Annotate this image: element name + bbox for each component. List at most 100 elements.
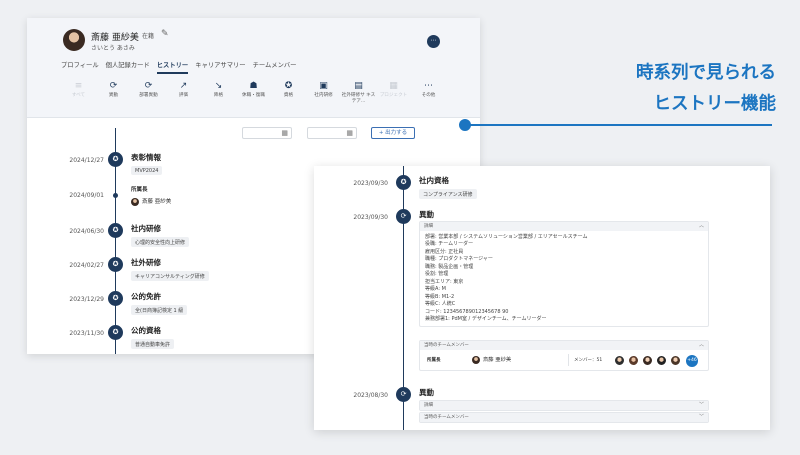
tab-team-members[interactable]: チームメンバー [253, 60, 297, 74]
badge-icon: ✪ [396, 175, 411, 190]
detail-line: 兼務部署1: PdM室 / デザインチーム、チームリーダー [425, 315, 547, 322]
badge-icon: ✪ [108, 152, 123, 167]
headline-line-1: 時系列で見られる [636, 63, 776, 83]
event-title: 異動 [419, 388, 434, 397]
event-title: 社内資格 [419, 176, 449, 185]
feature-headline: 時系列で見られる ヒストリー機能 [636, 58, 776, 120]
event-title: 公的免許 [131, 292, 161, 301]
status-badge: 在籍 [142, 33, 155, 40]
detail-line: 役職: チームリーダー [425, 241, 474, 248]
member-count: メンバー：51 [574, 358, 603, 363]
team-members-header[interactable]: 当時のチームメンバー ﹀ [420, 413, 708, 422]
user-name: 斎藤 亜紗美 [91, 33, 139, 43]
more-icon: ⋯ [424, 81, 433, 91]
detail-line: 等級C: 人統C [425, 301, 456, 308]
event-date: 2024/02/27 [69, 262, 104, 269]
category-project[interactable]: ▦ プロジェクト [376, 80, 411, 104]
detail-panel: 詳細 ︿ 部署: 営業本部 / システムソリューション営業部 / エリアセールス… [419, 221, 709, 328]
event-date: 2023/11/30 [69, 330, 104, 337]
detail-panel: 詳細 ﹀ [419, 400, 709, 411]
avatar[interactable] [642, 355, 653, 366]
badge-icon: ✪ [108, 291, 123, 306]
detail-panel-header[interactable]: 詳細 ︿ [420, 222, 708, 231]
detail-line: コード: 123456789012345678 90 [425, 308, 509, 315]
event-chip: キャリアコンサルティング研修 [131, 271, 209, 281]
transfer-icon: ⟳ [144, 81, 153, 91]
event-person: 斎藤 亜紗美 [131, 197, 171, 206]
detail-line: 等級B: M1-2 [425, 293, 455, 300]
home-icon: ☗ [249, 81, 258, 91]
timeline-event[interactable]: 2023/09/30 ✪ 社内資格 コンプライアンス研修 [314, 173, 770, 203]
arrow-down-icon: ↘ [214, 81, 223, 91]
avatar [131, 197, 139, 206]
tab-career-summary[interactable]: キャリアサマリー [195, 60, 245, 74]
history-window-detail: 2023/09/30 ✪ 社内資格 コンプライアンス研修 2023/09/30 … [314, 166, 770, 430]
chevron-up-icon[interactable]: ︿ [699, 341, 704, 350]
event-chip: MVP2024 [131, 166, 163, 175]
more-menu-button[interactable]: ⋯ [427, 35, 440, 48]
more-members-badge[interactable]: +46 [686, 355, 698, 367]
event-chip: 全(日商簿記検定 1 級 [131, 305, 188, 315]
team-members-panel: 当時のチームメンバー ﹀ [419, 412, 709, 423]
category-dept-transfer[interactable]: ⟳ 部署異動 [131, 80, 166, 104]
event-title: 表彰情報 [131, 153, 161, 162]
timeline-event[interactable]: 2023/08/30 ⟳ 異動 詳細 ﹀ 当時のチームメンバー ﹀ [314, 385, 770, 425]
detail-line: 職務: 製品企画・管理 [425, 263, 474, 270]
event-chip: コンプライアンス研修 [419, 189, 477, 199]
category-demotion[interactable]: ↘ 降格 [201, 80, 236, 104]
arrow-up-icon: ↗ [179, 81, 188, 91]
transfer-icon: ⟳ [109, 81, 118, 91]
detail-line: 役割: 管理 [425, 271, 449, 278]
member-avatars: +46 [614, 355, 698, 367]
badge-icon: ✪ [108, 325, 123, 340]
manager-person[interactable]: 斎藤 亜紗美 [472, 355, 511, 364]
headline-line-2: ヒストリー機能 [653, 94, 777, 114]
chevron-up-icon[interactable]: ︿ [699, 222, 704, 231]
event-date: 2024/06/30 [69, 228, 104, 235]
divider [568, 354, 569, 366]
event-title: 公的資格 [131, 326, 161, 335]
avatar[interactable] [628, 355, 639, 366]
category-all[interactable]: ≡ すべて [61, 80, 96, 104]
category-transfer[interactable]: ⟳ 異動 [96, 80, 131, 104]
event-date: 2023/08/30 [353, 392, 388, 399]
list-icon: ≡ [74, 81, 83, 91]
transfer-icon: ⟳ [396, 209, 411, 224]
category-evaluation[interactable]: ↗ 評価 [166, 80, 201, 104]
chevron-down-icon[interactable]: ﹀ [699, 401, 704, 410]
event-title: 社内研修 [131, 224, 161, 233]
callout-line [466, 124, 772, 126]
project-icon: ▦ [389, 81, 398, 91]
category-qualification[interactable]: ✪ 資格 [271, 80, 306, 104]
profile-tabs: プロフィール 個人記録カード ヒストリー キャリアサマリー チームメンバー [61, 60, 296, 74]
chevron-down-icon[interactable]: ﹀ [699, 413, 704, 422]
avatar[interactable] [656, 355, 667, 366]
badge-icon: ✪ [108, 223, 123, 238]
edit-icon[interactable]: ✎ [161, 29, 169, 39]
tab-record-card[interactable]: 個人記録カード [106, 60, 150, 74]
callout-dot [459, 119, 471, 131]
event-title: 社外研修 [131, 258, 161, 267]
category-internal-training[interactable]: ▣ 社内研修 [306, 80, 341, 104]
tab-profile[interactable]: プロフィール [61, 60, 99, 74]
manager-label: 所属長 [427, 358, 441, 363]
team-members-row: 所属長 斎藤 亜紗美 メンバー：51 +46 [420, 350, 708, 370]
event-date: 2023/12/29 [69, 296, 104, 303]
avatar[interactable] [670, 355, 681, 366]
event-date: 2023/09/30 [353, 180, 388, 187]
timeline-dot [113, 193, 118, 198]
team-members-header[interactable]: 当時のチームメンバー ︿ [420, 341, 708, 350]
category-external-training[interactable]: ▤ 社外研修サ キステア... [341, 80, 376, 104]
avatar[interactable] [614, 355, 625, 366]
event-date: 2024/12/27 [69, 157, 104, 164]
detail-panel-header[interactable]: 詳細 ﹀ [420, 401, 708, 410]
event-date: 2023/09/30 [353, 214, 388, 221]
user-kana: さいとう あさみ [91, 45, 135, 52]
transfer-icon: ⟳ [396, 387, 411, 402]
category-leave[interactable]: ☗ 休職・復職 [236, 80, 271, 104]
tab-history[interactable]: ヒストリー [156, 60, 189, 74]
timeline-event[interactable]: 2023/09/30 ⟳ 異動 詳細 ︿ 部署: 営業本部 / システムソリュー… [314, 207, 770, 377]
category-other[interactable]: ⋯ その他 [411, 80, 446, 104]
avatar [472, 355, 480, 364]
badge-icon: ✪ [284, 81, 293, 91]
